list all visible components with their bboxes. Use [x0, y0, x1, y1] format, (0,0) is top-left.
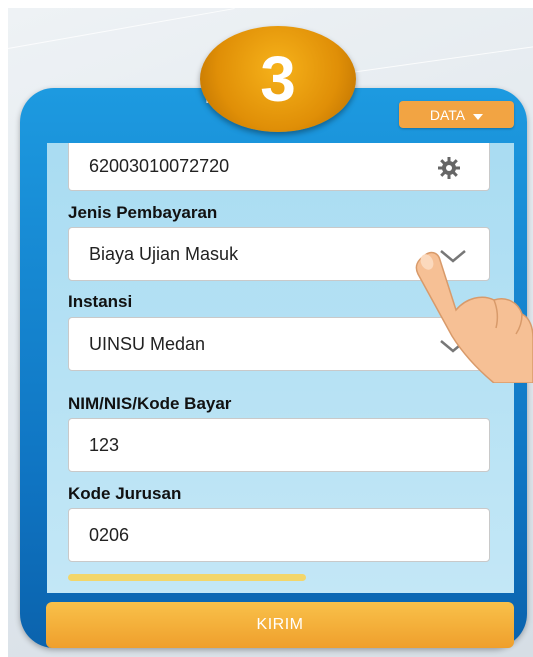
pointing-hand-icon: [410, 248, 533, 388]
step-badge: 3: [200, 26, 356, 132]
instansi-value: UINSU Medan: [89, 333, 206, 354]
progress-bar: [68, 574, 306, 581]
nim-input[interactable]: 123: [68, 418, 490, 472]
caret-down-icon: [473, 107, 484, 123]
kode-jurusan-input[interactable]: 0206: [68, 508, 490, 562]
kode-jurusan-value: 0206: [89, 524, 130, 545]
gear-icon[interactable]: [437, 156, 461, 185]
instansi-label: Instansi: [68, 292, 133, 311]
account-number-field[interactable]: 62003010072720: [68, 143, 490, 191]
data-dropdown-button[interactable]: DATA: [399, 101, 514, 128]
kode-jurusan-label: Kode Jurusan: [68, 484, 182, 503]
account-number-value: 62003010072720: [89, 156, 230, 176]
data-button-label: DATA: [429, 106, 466, 123]
jenis-pembayaran-label: Jenis Pembayaran: [68, 203, 218, 222]
nim-label: NIM/NIS/Kode Bayar: [68, 394, 232, 413]
nim-value: 123: [89, 434, 120, 455]
kirim-button[interactable]: KIRIM: [46, 602, 514, 648]
jenis-pembayaran-value: Biaya Ujian Masuk: [89, 243, 239, 264]
